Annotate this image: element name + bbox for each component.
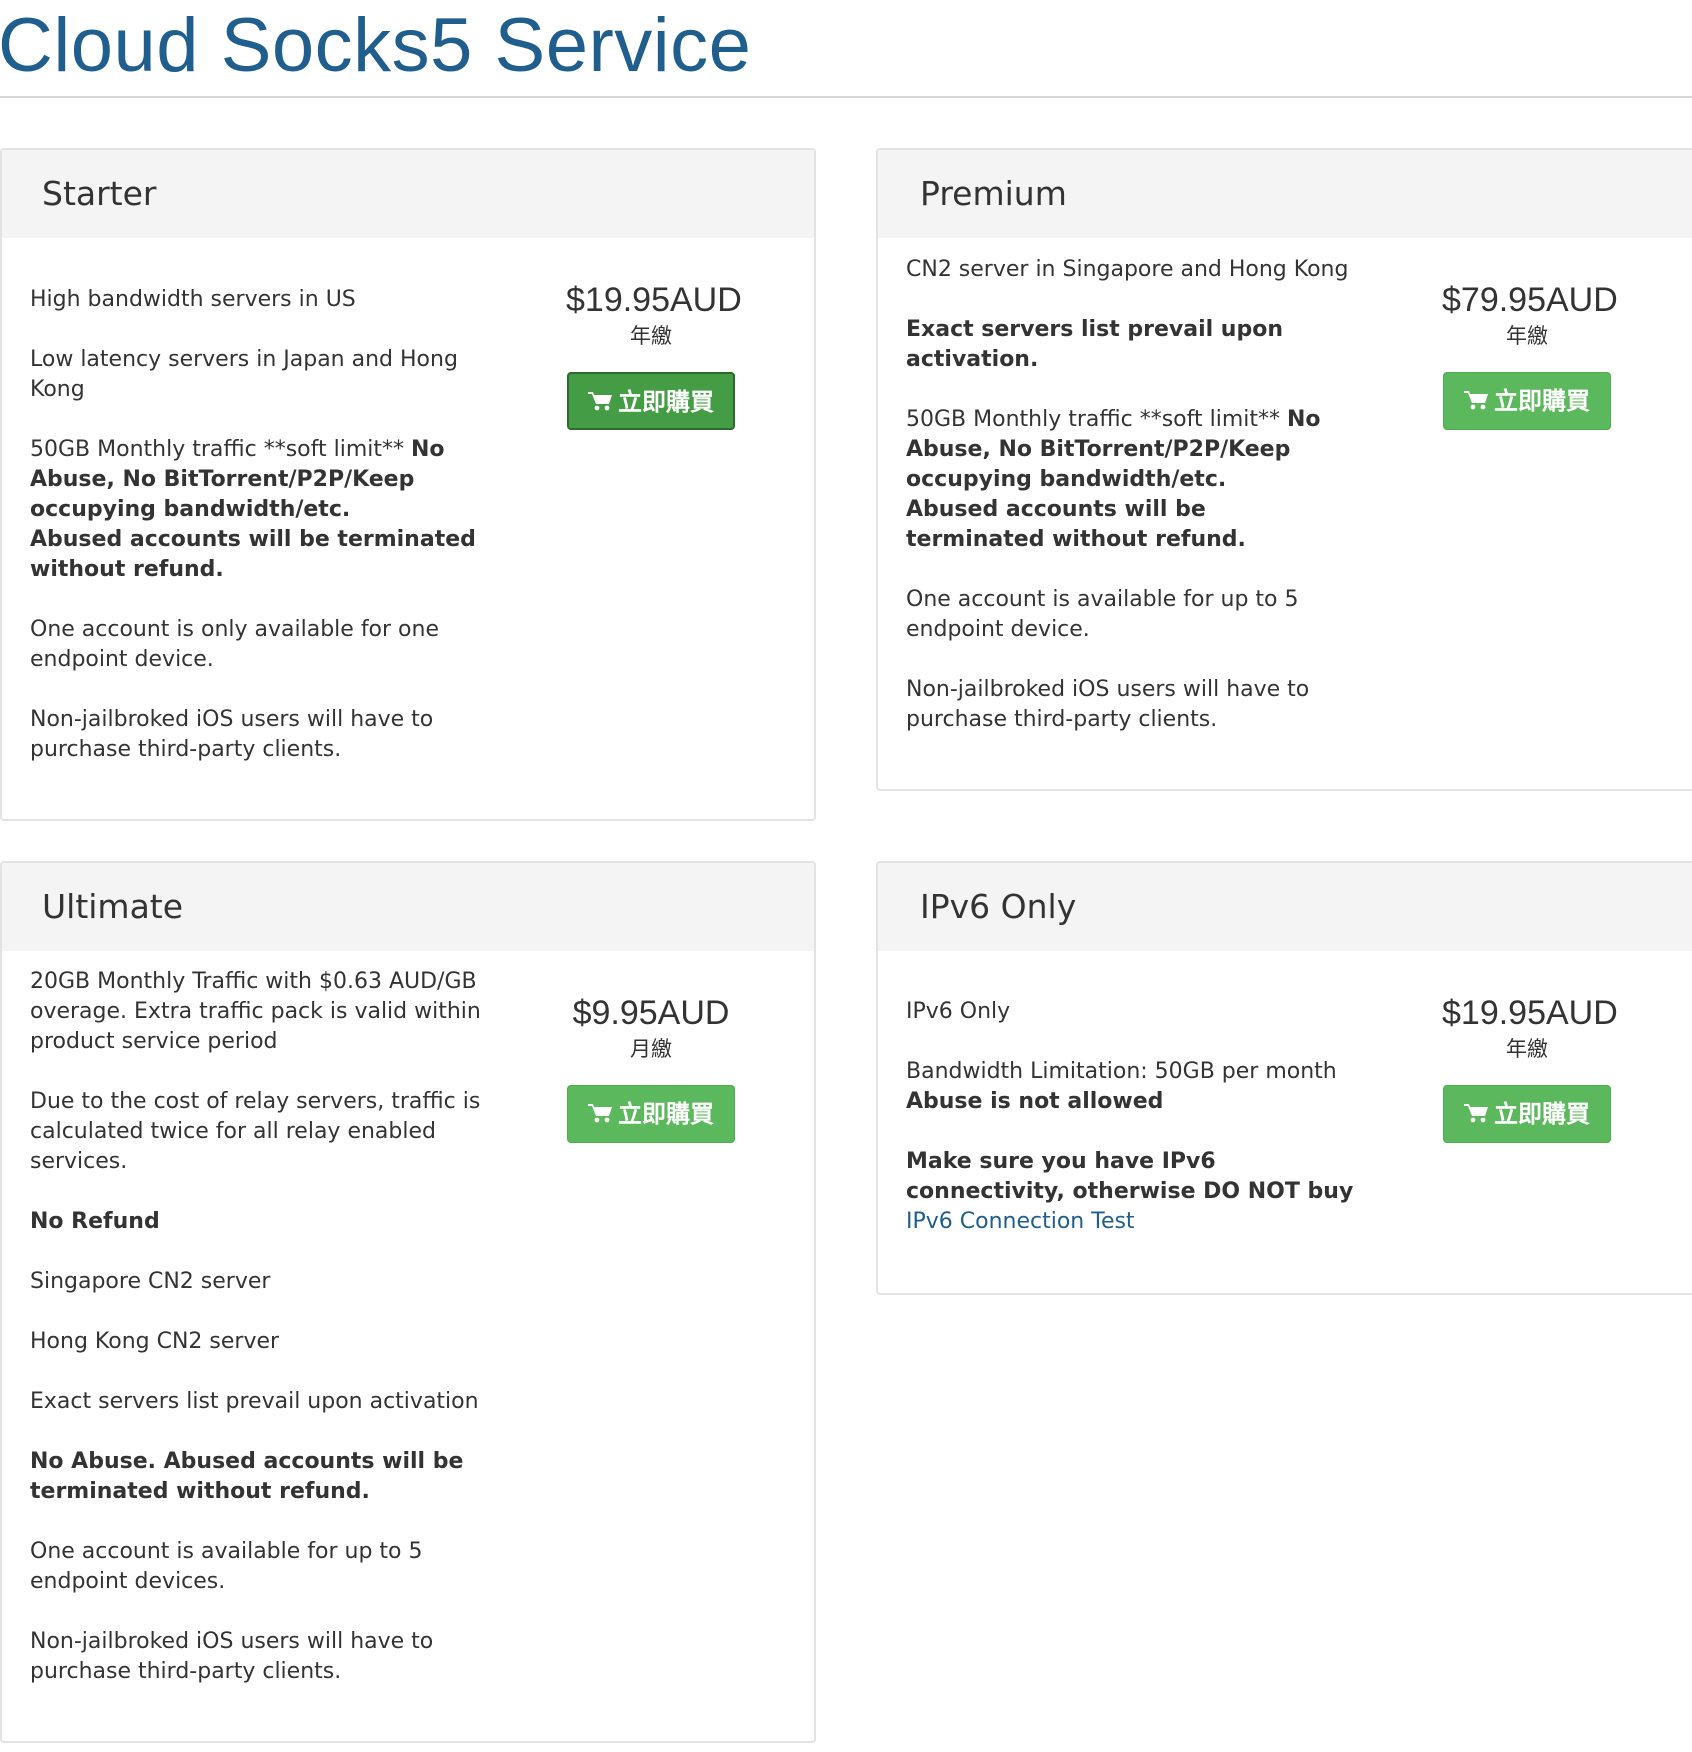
buy-now-button[interactable]: 立即購買	[1443, 1085, 1611, 1143]
plan-name: Starter	[42, 174, 157, 213]
price-box: $19.95AUD 年繳 立即購買	[566, 280, 742, 430]
feature-text: Make sure you have IPv6 connectivity, ot…	[906, 1147, 1356, 1237]
shopping-cart-icon	[1464, 391, 1488, 410]
feature-text: IPv6 Only	[906, 999, 1011, 1024]
page-title: Cloud Socks5 Service	[0, 3, 752, 88]
feature-text: CN2 server in Singapore and Hong Kong	[906, 257, 1349, 282]
feature-bold-text: Abuse is not allowed	[906, 1089, 1164, 1114]
plan-card-header: Premium	[878, 150, 1692, 238]
title-divider	[0, 96, 1692, 98]
buy-now-label: 立即購買	[1494, 1100, 1590, 1128]
buy-now-label: 立即購買	[1494, 387, 1590, 415]
billing-cycle: 年繳	[1506, 1037, 1548, 1061]
billing-cycle: 年繳	[1506, 324, 1548, 348]
feature-bold-text: No Abuse. Abused accounts will be termin…	[30, 1449, 464, 1504]
shopping-cart-icon	[588, 392, 612, 411]
feature-text: Due to the cost of relay servers, traffi…	[30, 1089, 481, 1174]
feature-text: One account is available for up to 5 end…	[30, 1539, 423, 1594]
plan-description: CN2 server in Singapore and Hong Kong Ex…	[906, 255, 1349, 735]
buy-now-button[interactable]: 立即購買	[567, 1085, 735, 1143]
plan-card-header: Ultimate	[2, 863, 814, 951]
feature-text: 50GB Monthly traffic **soft limit** No A…	[30, 435, 500, 585]
buy-now-button[interactable]: 立即購買	[567, 372, 735, 430]
feature-text: One account is available for up to 5 end…	[906, 587, 1299, 642]
feature-text: 50GB Monthly traffic **soft limit**	[30, 437, 405, 462]
plan-price: $19.95AUD	[1442, 994, 1618, 1032]
feature-text: Exact servers list prevail upon activati…	[906, 315, 1346, 375]
feature-text: Exact servers list prevail upon activati…	[30, 1389, 479, 1414]
billing-cycle: 月繳	[630, 1037, 672, 1061]
feature-bold-text: Make sure you have IPv6 connectivity, ot…	[906, 1149, 1354, 1204]
feature-text: No Abuse. Abused accounts will be termin…	[30, 1447, 500, 1507]
price-box: $79.95AUD 年繳 立即購買	[1442, 280, 1618, 430]
ipv6-connection-test-link[interactable]: IPv6 Connection Test	[906, 1209, 1135, 1234]
feature-bold-text: Abused accounts will be terminated witho…	[906, 497, 1246, 552]
billing-cycle: 年繳	[630, 324, 672, 348]
shopping-cart-icon	[1464, 1104, 1488, 1123]
price-box: $9.95AUD 月繳 立即購買	[566, 993, 736, 1143]
feature-bold-text: No Refund	[30, 1209, 160, 1234]
plan-price: $19.95AUD	[566, 281, 742, 319]
feature-text: Non-jailbroked iOS users will have to pu…	[30, 1629, 434, 1684]
plan-name: IPv6 Only	[920, 887, 1077, 926]
plan-name: Ultimate	[42, 887, 184, 926]
feature-text: Bandwidth Limitation: 50GB per month	[906, 1059, 1337, 1084]
plan-description: 20GB Monthly Traffic with $0.63 AUD/GB o…	[30, 967, 500, 1687]
feature-text: Low latency servers in Japan and Hong Ko…	[30, 347, 458, 402]
feature-text: Non-jailbroked iOS users will have to pu…	[906, 677, 1310, 732]
feature-text: 20GB Monthly Traffic with $0.63 AUD/GB o…	[30, 969, 481, 1054]
feature-bold-text: Abused accounts will be terminated witho…	[30, 527, 476, 582]
plan-card-header: Starter	[2, 150, 814, 238]
plan-card-ultimate: Ultimate 20GB Monthly Traffic with $0.63…	[0, 861, 816, 1743]
plan-price: $79.95AUD	[1442, 281, 1618, 319]
feature-bold-text: Exact servers list prevail upon activati…	[906, 317, 1283, 372]
feature-text: Non-jailbroked iOS users will have to pu…	[30, 707, 434, 762]
plan-card-starter: Starter High bandwidth servers in US Low…	[0, 148, 816, 821]
buy-now-label: 立即購買	[618, 1100, 714, 1128]
plan-card-header: IPv6 Only	[878, 863, 1692, 951]
price-box: $19.95AUD 年繳 立即購買	[1442, 993, 1618, 1143]
shopping-cart-icon	[588, 1104, 612, 1123]
feature-text: 50GB Monthly traffic **soft limit** No A…	[906, 405, 1346, 555]
feature-text: One account is only available for one en…	[30, 617, 439, 672]
feature-text: No Refund	[30, 1207, 500, 1237]
plan-description: High bandwidth servers in US Low latency…	[30, 285, 500, 765]
buy-now-label: 立即購買	[618, 388, 714, 416]
plan-description: IPv6 Only Bandwidth Limitation: 50GB per…	[906, 997, 1356, 1237]
feature-text: Singapore CN2 server	[30, 1269, 271, 1294]
feature-text: Bandwidth Limitation: 50GB per month Abus…	[906, 1057, 1356, 1117]
plan-name: Premium	[920, 174, 1067, 213]
feature-text: 50GB Monthly traffic **soft limit**	[906, 407, 1281, 432]
buy-now-button[interactable]: 立即購買	[1443, 372, 1611, 430]
feature-text: High bandwidth servers in US	[30, 287, 356, 312]
plan-card-ipv6-only: IPv6 Only IPv6 Only Bandwidth Limitation…	[876, 861, 1692, 1295]
plan-price: $9.95AUD	[572, 994, 730, 1032]
feature-text: Hong Kong CN2 server	[30, 1329, 280, 1354]
plan-card-premium: Premium CN2 server in Singapore and Hong…	[876, 148, 1692, 791]
